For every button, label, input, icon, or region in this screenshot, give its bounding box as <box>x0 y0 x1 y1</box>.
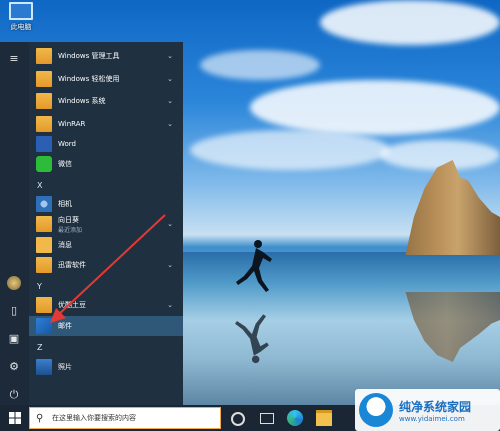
app-list-item[interactable]: 照片 <box>29 357 183 377</box>
start-button[interactable] <box>0 405 29 431</box>
app-name: 微信 <box>58 160 72 168</box>
cloud <box>320 0 500 45</box>
search-placeholder: 在这里输入你要搜索的内容 <box>52 414 136 422</box>
folder-icon <box>36 48 52 64</box>
app-name: Windows 管理工具 <box>58 52 120 60</box>
start-menu-app-list: Windows 管理工具 ⌄ Windows 轻松使用 ⌄ Windows 系统… <box>29 42 183 405</box>
windows-logo-icon <box>8 412 21 424</box>
app-name: 迅雷软件 <box>58 261 86 269</box>
folder-icon <box>36 216 52 232</box>
search-icon: ⚲ <box>36 412 44 424</box>
photos-icon <box>36 359 52 375</box>
folder-icon <box>36 116 52 132</box>
watermark-text: 纯净系统家园 www.yidaimei.com <box>399 398 471 423</box>
edge-browser-icon[interactable] <box>287 410 303 426</box>
chevron-down-icon: ⌄ <box>167 97 173 105</box>
app-list-item[interactable]: 优酷土豆 ⌄ <box>29 295 183 315</box>
app-list-item[interactable]: WinRAR ⌄ <box>29 114 183 134</box>
pictures-icon[interactable]: ▣ <box>7 332 21 346</box>
mail-icon <box>36 318 52 334</box>
section-letter[interactable]: Z <box>37 343 42 352</box>
chevron-down-icon: ⌄ <box>167 75 173 83</box>
app-list-item[interactable]: 微信 <box>29 154 183 174</box>
app-list-item[interactable]: 相机 <box>29 194 183 214</box>
watermark: 纯净系统家园 www.yidaimei.com <box>355 389 500 431</box>
word-icon <box>36 136 52 152</box>
chevron-down-icon: ⌄ <box>167 261 173 269</box>
app-name: Word <box>58 140 76 148</box>
watermark-logo-icon <box>359 393 393 427</box>
cloud <box>190 130 390 170</box>
watermark-title: 纯净系统家园 <box>399 399 472 414</box>
chevron-down-icon: ⌄ <box>167 52 173 60</box>
cortana-icon[interactable] <box>231 412 245 426</box>
settings-gear-icon[interactable]: ⚙ <box>7 360 21 374</box>
start-menu-rail: ≡ ▯ ▣ ⚙ ⏻ <box>0 42 29 405</box>
app-name: Windows 轻松使用 <box>58 75 120 83</box>
app-name: Windows 系统 <box>58 97 106 105</box>
app-name: 消息 <box>58 241 72 249</box>
desktop-icon-this-pc[interactable]: 此电脑 <box>5 2 37 32</box>
app-list-item[interactable]: Windows 管理工具 ⌄ <box>29 46 183 66</box>
app-name: 相机 <box>58 200 72 208</box>
runner-silhouette <box>236 240 272 292</box>
section-letter[interactable]: X <box>37 181 42 190</box>
app-name-text: 向日葵 <box>58 215 79 224</box>
hamburger-menu-icon[interactable]: ≡ <box>7 52 21 66</box>
recently-added-label: 最近添加 <box>58 226 83 234</box>
app-name: 向日葵 最近添加 <box>58 215 165 234</box>
app-list-item[interactable]: Word <box>29 134 183 154</box>
app-list-item[interactable]: Windows 系统 ⌄ <box>29 91 183 111</box>
folder-icon <box>36 93 52 109</box>
app-list-item-mail[interactable]: 邮件 <box>29 316 183 336</box>
app-name: 优酷土豆 <box>58 301 86 309</box>
cloud <box>380 140 500 170</box>
chevron-down-icon: ⌄ <box>167 301 173 309</box>
runner-reflection <box>235 314 269 364</box>
document-icon[interactable]: ▯ <box>7 304 21 318</box>
power-icon[interactable]: ⏻ <box>7 388 21 402</box>
file-explorer-icon[interactable] <box>316 410 332 426</box>
app-name: 照片 <box>58 363 72 371</box>
app-list-item[interactable]: 消息 <box>29 235 183 255</box>
taskbar-search-box[interactable]: ⚲ 在这里输入你要搜索的内容 <box>29 407 221 429</box>
folder-icon <box>36 257 52 273</box>
app-name: 邮件 <box>58 322 72 330</box>
wechat-icon <box>36 156 52 172</box>
app-list-item[interactable]: 向日葵 最近添加 ⌄ <box>29 214 183 234</box>
camera-icon <box>36 196 52 212</box>
message-icon <box>36 237 52 253</box>
folder-icon <box>36 71 52 87</box>
app-list-item[interactable]: Windows 轻松使用 ⌄ <box>29 69 183 89</box>
cloud <box>250 80 500 135</box>
user-avatar-icon[interactable] <box>7 276 21 290</box>
computer-icon <box>9 2 33 20</box>
section-letter[interactable]: Y <box>37 282 42 291</box>
app-list-item[interactable]: 迅雷软件 ⌄ <box>29 255 183 275</box>
folder-icon <box>36 297 52 313</box>
chevron-down-icon: ⌄ <box>167 220 173 228</box>
chevron-down-icon: ⌄ <box>167 120 173 128</box>
app-name: WinRAR <box>58 120 86 128</box>
rock-formation <box>405 160 500 255</box>
task-view-icon[interactable] <box>258 410 274 426</box>
watermark-url: www.yidaimei.com <box>399 414 465 423</box>
cloud <box>200 50 320 80</box>
desktop-icon-label: 此电脑 <box>10 23 32 31</box>
